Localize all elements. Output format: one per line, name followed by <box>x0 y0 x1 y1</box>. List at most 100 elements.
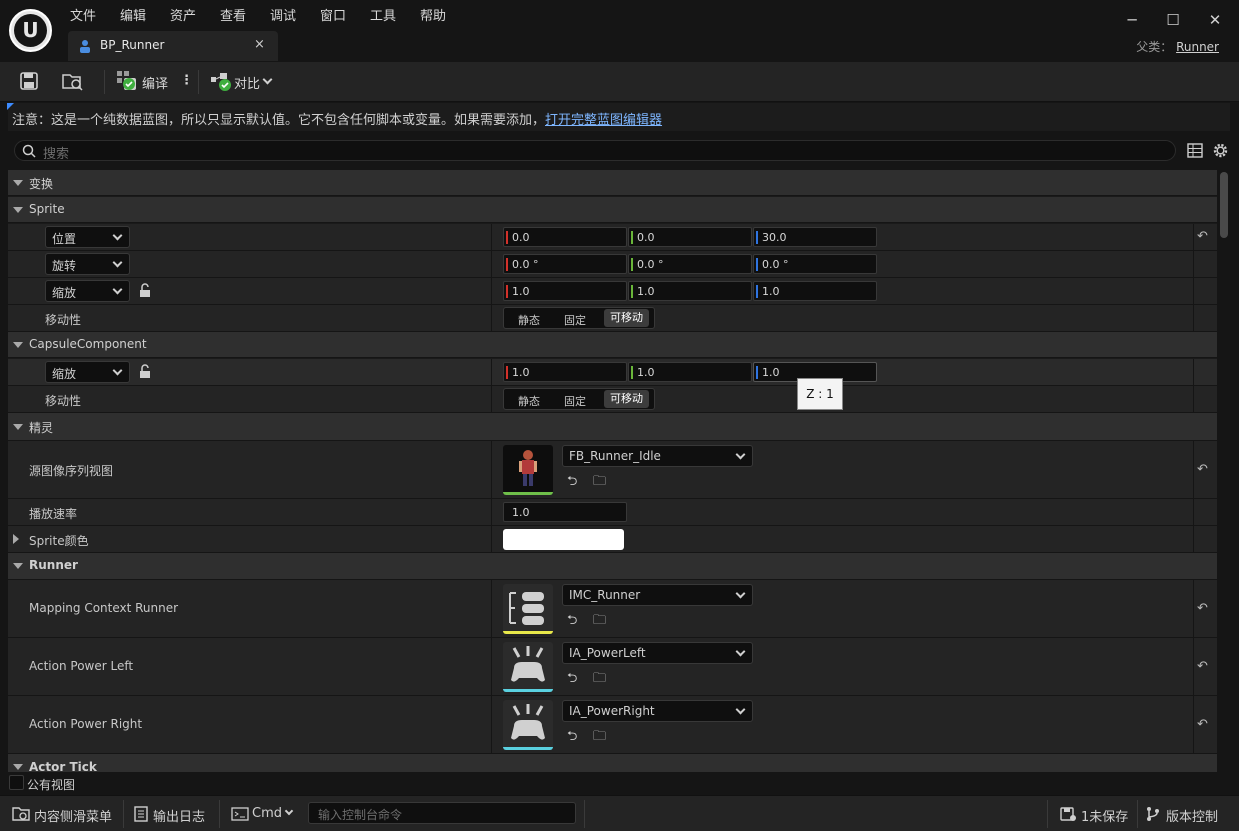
unreal-logo-icon[interactable]: U <box>9 9 52 52</box>
table-view-icon[interactable] <box>1187 143 1203 158</box>
mobility-stationary-option[interactable]: 固定 <box>564 393 586 409</box>
compile-button[interactable]: 编译 <box>142 73 168 92</box>
parent-class-link[interactable]: Runner <box>1176 40 1219 54</box>
chevron-down-icon[interactable] <box>262 74 273 85</box>
collapse-arrow-icon[interactable] <box>13 563 23 569</box>
reset-to-default-icon[interactable]: ↶ <box>1197 717 1211 732</box>
menu-view[interactable]: 查看 <box>220 5 246 24</box>
sprite-color-swatch[interactable] <box>503 529 624 550</box>
search-input[interactable]: 搜索 <box>14 140 1176 162</box>
menu-file[interactable]: 文件 <box>70 5 96 24</box>
scale-x-field[interactable]: 1.0 <box>503 281 627 301</box>
public-view-label: 公有视图 <box>27 778 76 792</box>
category-sprite[interactable]: Sprite <box>8 197 1217 223</box>
capsule-mobility-selector[interactable]: 静态 固定 可移动 <box>503 388 655 410</box>
mobility-movable-option[interactable]: 可移动 <box>604 390 649 408</box>
action-power-left-thumbnail[interactable] <box>503 642 553 692</box>
play-rate-field[interactable]: 1.0 <box>503 502 627 522</box>
browse-asset-icon[interactable]: 🗀 <box>593 669 609 686</box>
category-jingling[interactable]: 精灵 <box>8 413 1217 441</box>
mobility-static-option[interactable]: 静态 <box>518 312 540 328</box>
mapping-context-dropdown[interactable]: IMC_Runner <box>562 584 753 606</box>
rotation-y-field[interactable]: 0.0 ° <box>628 254 752 274</box>
capsule-scale-mode-dropdown[interactable]: 缩放 <box>45 361 130 383</box>
category-transform[interactable]: 变换 <box>8 170 1217 196</box>
scale-z-field[interactable]: 1.0 <box>753 281 877 301</box>
use-selected-asset-icon[interactable]: ⮌ <box>567 727 583 744</box>
menu-help[interactable]: 帮助 <box>420 5 446 24</box>
unlock-icon[interactable] <box>138 283 152 298</box>
open-full-editor-link[interactable]: 打开完整蓝图编辑器 <box>545 113 662 128</box>
compile-options-icon[interactable]: ⋮ <box>180 73 193 88</box>
use-selected-asset-icon[interactable]: ⮌ <box>567 611 583 628</box>
location-mode-dropdown[interactable]: 位置 <box>45 226 130 248</box>
menu-debug[interactable]: 调试 <box>270 5 296 24</box>
minimize-button[interactable]: ─ <box>1120 9 1144 31</box>
mobility-stationary-option[interactable]: 固定 <box>564 312 586 328</box>
reset-to-default-icon[interactable]: ↶ <box>1197 229 1211 244</box>
close-window-button[interactable]: ✕ <box>1203 9 1227 31</box>
capsule-scale-x-field[interactable]: 1.0 <box>503 362 627 382</box>
flipbook-asset-dropdown[interactable]: FB_Runner_Idle <box>562 445 753 467</box>
diff-icon[interactable] <box>210 72 232 92</box>
blueprint-actor-icon <box>80 40 90 53</box>
menu-tools[interactable]: 工具 <box>370 5 396 24</box>
save-icon[interactable] <box>20 72 38 90</box>
mobility-movable-option[interactable]: 可移动 <box>604 309 649 327</box>
action-power-right-thumbnail[interactable] <box>503 700 553 750</box>
cmd-selector[interactable]: Cmd <box>252 806 282 821</box>
use-selected-asset-icon[interactable]: ⮌ <box>567 472 583 489</box>
mobility-static-option[interactable]: 静态 <box>518 393 540 409</box>
collapse-arrow-icon[interactable] <box>13 342 23 348</box>
details-scrollbar[interactable] <box>1220 172 1228 238</box>
collapse-arrow-icon[interactable] <box>13 764 23 770</box>
scale-y-field[interactable]: 1.0 <box>628 281 752 301</box>
collapse-arrow-icon[interactable] <box>13 207 23 213</box>
browse-asset-icon[interactable] <box>62 71 84 91</box>
rotation-z-field[interactable]: 0.0 ° <box>753 254 877 274</box>
reset-to-default-icon[interactable]: ↶ <box>1197 462 1211 477</box>
category-runner[interactable]: Runner <box>8 553 1217 580</box>
location-y-field[interactable]: 0.0 <box>628 227 752 247</box>
flipbook-thumbnail[interactable] <box>503 445 553 495</box>
compile-icon[interactable] <box>116 70 138 92</box>
rotation-x-field[interactable]: 0.0 ° <box>503 254 627 274</box>
browse-asset-icon[interactable]: 🗀 <box>593 472 609 489</box>
mapping-context-thumbnail[interactable] <box>503 584 553 634</box>
menu-window[interactable]: 窗口 <box>320 5 346 24</box>
browse-asset-icon[interactable]: 🗀 <box>593 611 609 628</box>
settings-gear-icon[interactable] <box>1212 142 1229 159</box>
chevron-down-icon[interactable] <box>284 806 294 816</box>
browse-asset-icon[interactable]: 🗀 <box>593 727 609 744</box>
source-control-button[interactable]: 版本控制 <box>1166 806 1218 825</box>
action-power-left-dropdown[interactable]: IA_PowerLeft <box>562 642 753 664</box>
location-x-field[interactable]: 0.0 <box>503 227 627 247</box>
mobility-selector[interactable]: 静态 固定 可移动 <box>503 307 655 329</box>
unsaved-count-button[interactable]: 1未保存 <box>1081 806 1128 825</box>
reset-to-default-icon[interactable]: ↶ <box>1197 601 1211 616</box>
action-power-right-dropdown[interactable]: IA_PowerRight <box>562 700 753 722</box>
unlock-icon[interactable] <box>138 364 152 379</box>
category-actor-tick[interactable]: Actor Tick <box>8 754 1217 772</box>
public-view-checkbox[interactable] <box>9 775 24 790</box>
row-scale: 缩放 1.0 1.0 1.0 <box>8 278 1217 305</box>
collapse-arrow-icon[interactable] <box>13 180 23 186</box>
use-selected-asset-icon[interactable]: ⮌ <box>567 669 583 686</box>
tab-close-icon[interactable]: × <box>254 37 265 52</box>
tab-bp-runner[interactable]: BP_Runner × <box>68 31 278 61</box>
capsule-scale-y-field[interactable]: 1.0 <box>628 362 752 382</box>
scale-mode-dropdown[interactable]: 缩放 <box>45 280 130 302</box>
menu-asset[interactable]: 资产 <box>170 5 196 24</box>
console-command-input[interactable]: 输入控制台命令 <box>308 802 576 824</box>
expand-arrow-icon[interactable] <box>13 534 19 544</box>
maximize-button[interactable]: ☐ <box>1161 9 1185 31</box>
collapse-arrow-icon[interactable] <box>13 424 23 430</box>
output-log-button[interactable]: 输出日志 <box>153 806 205 825</box>
diff-button[interactable]: 对比 <box>234 73 260 92</box>
content-drawer-button[interactable]: 内容侧滑菜单 <box>34 806 112 825</box>
menu-edit[interactable]: 编辑 <box>120 5 146 24</box>
rotation-mode-dropdown[interactable]: 旋转 <box>45 253 130 275</box>
reset-to-default-icon[interactable]: ↶ <box>1197 659 1211 674</box>
category-capsule-component[interactable]: CapsuleComponent <box>8 332 1217 358</box>
location-z-field[interactable]: 30.0 <box>753 227 877 247</box>
